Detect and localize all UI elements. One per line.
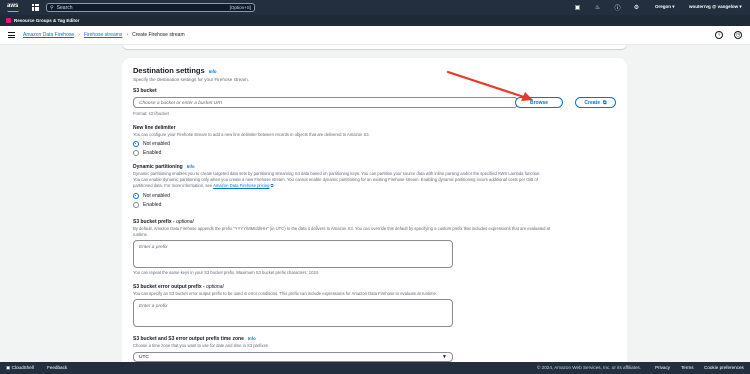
- radio-icon: [133, 202, 139, 208]
- resource-groups-icon: [6, 18, 11, 23]
- services-grid-icon[interactable]: [32, 4, 39, 11]
- notifications-bell-icon[interactable]: ♨: [594, 3, 601, 12]
- search-input[interactable]: Search: [57, 5, 227, 11]
- newline-hint: You can configure your Firehose stream t…: [133, 132, 370, 137]
- destination-settings-heading: Destination settings: [133, 66, 205, 75]
- info-panel-icon[interactable]: i: [715, 31, 723, 39]
- cloudshell-icon: ▣: [6, 365, 11, 370]
- top-navigation: aws ⚲ Search [Option+S] ▣ ♨ ⓘ ⚙ Oregon ▾…: [0, 0, 750, 15]
- page-header: Amazon Data Firehose › Firehose streams …: [0, 26, 750, 45]
- radio-selected-icon: [133, 193, 139, 199]
- radio-icon: [133, 150, 139, 156]
- external-link-icon: ⧉: [270, 183, 274, 188]
- error-prefix-textarea[interactable]: Enter a prefix: [133, 299, 453, 327]
- radio-selected-icon: [133, 141, 139, 147]
- s3-prefix-footer-hint: You can repeat the same keys in your S3 …: [133, 270, 320, 275]
- destination-settings-card: Destination settings Info Specify the de…: [122, 58, 627, 362]
- timezone-label: S3 bucket and S3 error output prefix tim…: [133, 336, 256, 342]
- timezone-info-link[interactable]: Info: [248, 336, 256, 341]
- timezone-select[interactable]: UTC ▼: [133, 352, 453, 362]
- privacy-link[interactable]: Privacy: [655, 365, 670, 370]
- feedback-link[interactable]: Feedback: [47, 365, 67, 370]
- terms-link[interactable]: Terms: [681, 365, 694, 370]
- resource-groups-link[interactable]: Resource Groups & Tag Editor: [14, 18, 79, 23]
- chevron-right-icon: ›: [126, 32, 129, 38]
- main-content: Destination settings Info Specify the de…: [122, 45, 627, 362]
- dynamic-enabled-radio[interactable]: Enabled: [133, 202, 161, 208]
- previous-section-card: [122, 45, 627, 49]
- dynamic-hint-3: partitioned data. For more information, …: [133, 183, 274, 188]
- aws-logo[interactable]: aws: [7, 3, 18, 9]
- caret-down-icon: ▼: [442, 354, 447, 360]
- s3-prefix-hint-2: runtime.: [133, 232, 149, 237]
- s3-bucket-label: S3 bucket: [133, 88, 157, 94]
- s3-bucket-input[interactable]: Choose a bucket or enter a bucket URI: [133, 97, 518, 108]
- breadcrumb-firehose[interactable]: Amazon Data Firehose: [23, 32, 74, 38]
- firehose-pricing-link[interactable]: Amazon Data Firehose pricing: [213, 183, 269, 188]
- section-title: Destination settings Info: [133, 66, 616, 75]
- create-bucket-button[interactable]: Create ⧉: [575, 97, 616, 108]
- external-link-icon: ⧉: [603, 99, 607, 106]
- cloudshell-footer-link[interactable]: ▣ CloudShell: [6, 365, 34, 371]
- account-menu[interactable]: wouterrvg @ vangelow ▾: [689, 4, 742, 10]
- hamburger-menu-icon[interactable]: [8, 32, 15, 38]
- timezone-value: UTC: [139, 354, 149, 360]
- newline-enabled-radio[interactable]: Enabled: [133, 150, 161, 156]
- breadcrumb: Amazon Data Firehose › Firehose streams …: [23, 32, 185, 38]
- search-icon: ⚲: [50, 4, 54, 11]
- timezone-hint: Choose a time zone that you want to use …: [133, 343, 269, 348]
- newline-delimiter-label: New line delimiter: [133, 125, 176, 131]
- newline-not-enabled-radio[interactable]: Not enabled: [133, 141, 170, 147]
- error-prefix-label: S3 bucket error output prefix - optional: [133, 284, 224, 290]
- cookie-preferences-link[interactable]: Cookie preferences: [704, 365, 744, 370]
- cloudshell-icon[interactable]: ▣: [574, 3, 581, 12]
- format-hint: Format: s3://bucket: [133, 111, 169, 116]
- error-prefix-hint: You can specify an S3 bucket error outpu…: [133, 291, 437, 296]
- dynamic-partitioning-label: Dynamic partitioning Info: [133, 164, 195, 170]
- section-description: Specify the destination settings for you…: [133, 77, 249, 82]
- notifications-panel-icon[interactable]: ◷: [734, 31, 742, 39]
- breadcrumb-streams[interactable]: Firehose streams: [84, 32, 123, 38]
- region-selector[interactable]: Oregon ▾: [655, 4, 675, 10]
- info-link[interactable]: Info: [209, 69, 217, 74]
- dynamic-not-enabled-radio[interactable]: Not enabled: [133, 193, 170, 199]
- search-shortcut: [Option+S]: [229, 5, 251, 10]
- aws-logo-smile: [7, 10, 19, 12]
- browse-button[interactable]: Browse: [515, 97, 563, 108]
- search-bar[interactable]: ⚲ Search [Option+S]: [46, 3, 255, 12]
- breadcrumb-current: Create Firehose stream: [132, 32, 185, 38]
- console-footer: ▣ CloudShell Feedback © 2024, Amazon Web…: [0, 362, 750, 374]
- s3-prefix-label: S3 bucket prefix - optional: [133, 219, 194, 225]
- help-icon[interactable]: ⓘ: [614, 3, 621, 12]
- favorites-bar: Resource Groups & Tag Editor: [0, 15, 750, 26]
- copyright-text: © 2024, Amazon Web Services, Inc. or its…: [537, 365, 642, 370]
- s3-prefix-textarea[interactable]: Enter a prefix: [133, 240, 453, 268]
- chevron-right-icon: ›: [78, 32, 80, 38]
- dynamic-partitioning-info-link[interactable]: Info: [187, 164, 195, 169]
- settings-gear-icon[interactable]: ⚙: [633, 3, 640, 12]
